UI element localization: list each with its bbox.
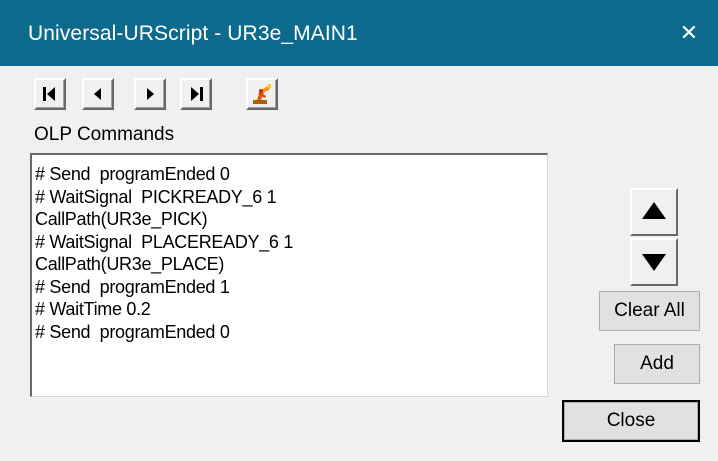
last-icon (191, 87, 203, 101)
list-item[interactable]: # WaitSignal PICKREADY_6 1 (32, 186, 293, 209)
close-window-button[interactable]: ✕ (674, 18, 704, 48)
clear-all-button[interactable]: Clear All (599, 291, 700, 331)
move-up-button[interactable] (630, 188, 678, 236)
olp-commands-label: OLP Commands (34, 124, 175, 145)
previous-button[interactable] (82, 78, 114, 110)
window-title: Universal-URScript - UR3e_MAIN1 (28, 22, 358, 45)
last-button[interactable] (180, 78, 212, 110)
first-button[interactable] (34, 78, 66, 110)
triangle-down-icon (642, 254, 666, 271)
next-button[interactable] (134, 78, 166, 110)
list-item[interactable]: # WaitSignal PLACEREADY_6 1 (32, 231, 293, 254)
triangle-up-icon (642, 202, 666, 219)
olp-commands-list[interactable]: # Send programEnded 0 # WaitSignal PICKR… (30, 153, 548, 397)
list-item[interactable]: CallPath(UR3e_PLACE) (32, 253, 293, 276)
list-item[interactable]: CallPath(UR3e_PICK) (32, 208, 293, 231)
list-item[interactable]: # Send programEnded 0 (32, 321, 293, 344)
list-item[interactable]: # WaitTime 0.2 (32, 298, 293, 321)
add-button[interactable]: Add (614, 344, 700, 384)
dialog-window: Universal-URScript - UR3e_MAIN1 ✕ OLP Co… (0, 0, 718, 461)
robot-icon (253, 84, 271, 104)
title-bar: Universal-URScript - UR3e_MAIN1 ✕ (0, 0, 718, 66)
first-icon (43, 87, 55, 101)
close-button[interactable]: Close (562, 400, 700, 442)
next-icon (147, 88, 154, 100)
move-down-button[interactable] (630, 238, 678, 286)
previous-icon (94, 88, 101, 100)
list-item[interactable]: # Send programEnded 0 (32, 163, 293, 186)
robot-button[interactable] (246, 78, 278, 110)
list-item[interactable]: # Send programEnded 1 (32, 276, 293, 299)
